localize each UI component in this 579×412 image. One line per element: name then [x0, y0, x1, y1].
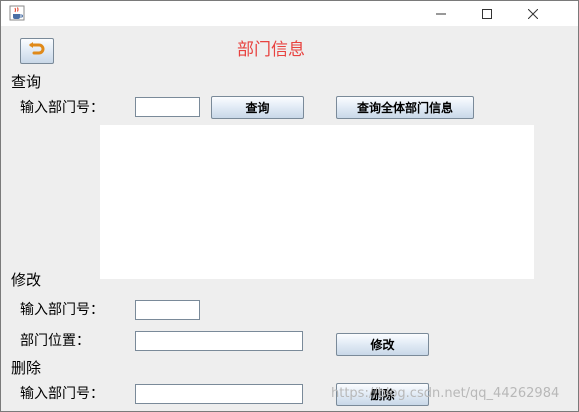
modify-location-input[interactable]: [135, 331, 303, 351]
modify-section-label: 修改: [11, 271, 42, 289]
query-dept-no-input[interactable]: [135, 97, 200, 117]
close-icon: [527, 4, 539, 23]
close-button[interactable]: [510, 1, 556, 26]
page-title: 部门信息: [237, 40, 305, 60]
query-section-label: 查询: [11, 73, 42, 91]
minimize-button[interactable]: [418, 1, 464, 26]
undo-arrow-icon: [28, 41, 46, 61]
back-button[interactable]: [20, 38, 54, 64]
java-cup-icon: [9, 5, 25, 21]
maximize-icon: [482, 4, 492, 23]
content-panel: 部门信息 查询 输入部门号： 查询 查询全体部门信息 修改 输入部门号： 部门位…: [1, 26, 578, 411]
minimize-icon: [436, 4, 446, 23]
application-window: 部门信息 查询 输入部门号： 查询 查询全体部门信息 修改 输入部门号： 部门位…: [0, 0, 579, 412]
watermark: https://blog.csdn.net/qq_44262984: [331, 386, 560, 401]
modify-button[interactable]: 修改: [336, 333, 429, 356]
results-text-area[interactable]: [100, 125, 534, 279]
modify-location-label: 部门位置：: [20, 333, 90, 349]
delete-dept-no-label: 输入部门号：: [20, 386, 104, 402]
title-bar[interactable]: [1, 1, 578, 26]
delete-section-label: 删除: [11, 359, 42, 377]
query-dept-no-label: 输入部门号：: [20, 100, 104, 116]
query-button[interactable]: 查询: [211, 96, 304, 119]
delete-dept-no-input[interactable]: [135, 384, 303, 404]
maximize-button[interactable]: [464, 1, 510, 26]
modify-dept-no-input[interactable]: [135, 300, 200, 320]
query-all-button[interactable]: 查询全体部门信息: [336, 96, 474, 119]
modify-dept-no-label: 输入部门号：: [20, 302, 104, 318]
